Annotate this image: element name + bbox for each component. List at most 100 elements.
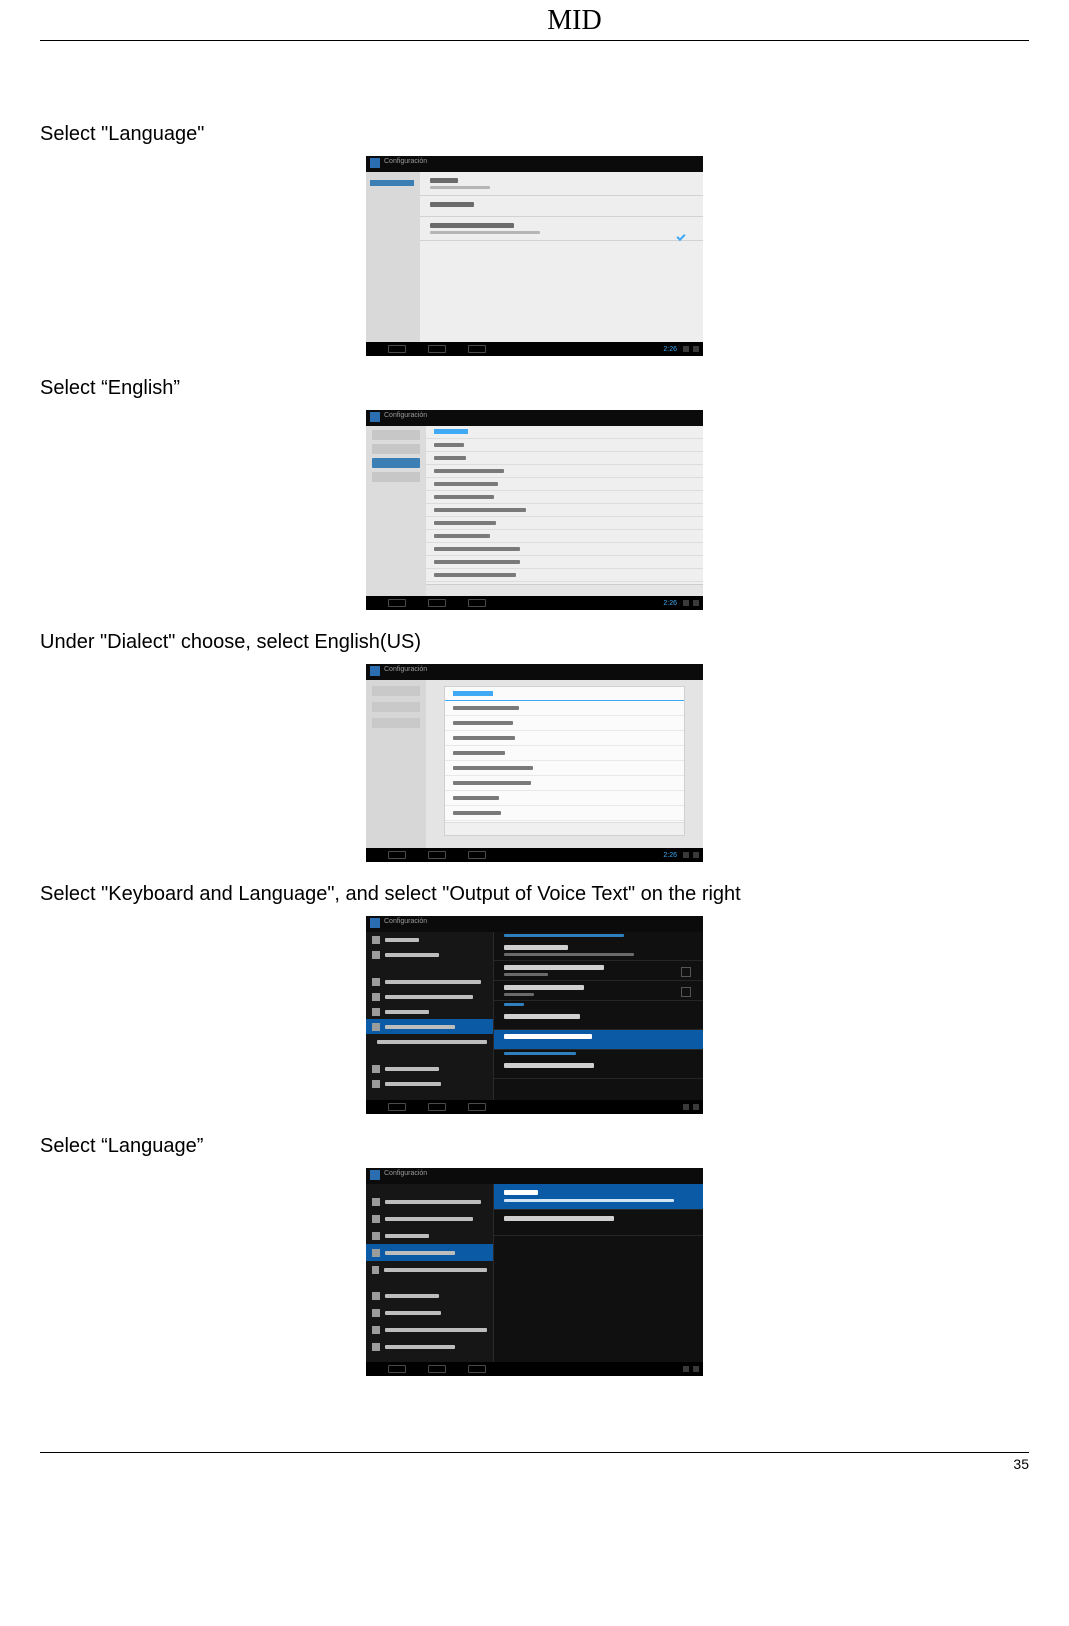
sidebar-item[interactable] xyxy=(366,1061,493,1076)
sidebar-item-icon xyxy=(372,1249,380,1257)
screenshot-navbar xyxy=(366,1100,703,1114)
option-label xyxy=(434,456,466,460)
screenshot-1: Configuración 2:26 xyxy=(366,156,703,356)
language-option[interactable] xyxy=(426,529,703,542)
home-nav-icon[interactable] xyxy=(428,599,446,607)
sidebar-item-icon xyxy=(372,1292,380,1300)
settings-row[interactable] xyxy=(494,981,703,1001)
battery-icon xyxy=(693,346,699,352)
screenshot-navbar: 2:26 xyxy=(366,342,703,356)
dialect-option[interactable] xyxy=(445,701,684,716)
language-option[interactable] xyxy=(426,464,703,477)
settings-slider-icon[interactable] xyxy=(681,987,691,997)
sidebar-item[interactable] xyxy=(366,1338,493,1355)
settings-row[interactable] xyxy=(420,172,703,196)
home-nav-icon[interactable] xyxy=(428,851,446,859)
screenshot-titlebar: Configuración xyxy=(366,664,703,680)
recent-nav-icon[interactable] xyxy=(468,1365,486,1373)
language-option[interactable] xyxy=(426,451,703,464)
dialect-option[interactable] xyxy=(445,746,684,761)
row-title xyxy=(504,985,584,990)
dialect-option[interactable] xyxy=(445,716,684,731)
language-option[interactable] xyxy=(426,477,703,490)
settings-row[interactable] xyxy=(494,1059,703,1079)
language-option[interactable] xyxy=(426,568,703,581)
sidebar-item[interactable] xyxy=(366,1287,493,1304)
dialect-option[interactable] xyxy=(445,806,684,821)
language-list xyxy=(426,426,703,596)
language-option[interactable] xyxy=(426,438,703,451)
sidebar-selected-indicator xyxy=(370,180,414,186)
settings-row[interactable] xyxy=(420,196,703,217)
sidebar-item[interactable] xyxy=(366,1321,493,1338)
sidebar-item[interactable] xyxy=(366,1304,493,1321)
screenshot-sidebar xyxy=(366,426,426,596)
settings-slider-icon[interactable] xyxy=(681,967,691,977)
sidebar-category xyxy=(372,1186,487,1193)
wifi-icon xyxy=(683,1366,689,1372)
sidebar-item[interactable] xyxy=(366,1019,493,1034)
sidebar-item[interactable] xyxy=(366,1193,493,1210)
recent-nav-icon[interactable] xyxy=(468,599,486,607)
sidebar-item[interactable] xyxy=(366,1210,493,1227)
sidebar-item[interactable] xyxy=(366,932,493,947)
dialect-option[interactable] xyxy=(445,761,684,776)
wifi-icon xyxy=(683,852,689,858)
sidebar-item[interactable] xyxy=(366,989,493,1004)
back-nav-icon[interactable] xyxy=(388,1103,406,1111)
recent-nav-icon[interactable] xyxy=(468,1103,486,1111)
back-nav-icon[interactable] xyxy=(388,345,406,353)
back-nav-icon[interactable] xyxy=(388,851,406,859)
row-title xyxy=(504,1014,580,1019)
settings-row[interactable] xyxy=(494,961,703,981)
dialect-option[interactable] xyxy=(445,731,684,746)
sidebar-item-label xyxy=(385,1200,481,1204)
sidebar-item[interactable] xyxy=(366,947,493,962)
settings-row[interactable] xyxy=(494,1030,703,1050)
home-nav-icon[interactable] xyxy=(428,1103,446,1111)
settings-row[interactable] xyxy=(494,941,703,961)
step-1-text: Select "Language" xyxy=(40,120,1029,148)
option-label xyxy=(434,469,504,473)
language-option[interactable] xyxy=(426,503,703,516)
sidebar-item-label xyxy=(385,1328,487,1332)
language-option[interactable] xyxy=(426,542,703,555)
settings-row[interactable] xyxy=(494,1210,703,1236)
recent-nav-icon[interactable] xyxy=(468,345,486,353)
sidebar-item[interactable] xyxy=(366,1004,493,1019)
status-clock: 2:26 xyxy=(663,852,677,859)
recent-nav-icon[interactable] xyxy=(468,851,486,859)
sidebar-item[interactable] xyxy=(366,1244,493,1261)
sidebar-item[interactable] xyxy=(366,1227,493,1244)
option-label xyxy=(453,721,513,725)
sidebar-item[interactable] xyxy=(366,974,493,989)
sidebar-item-icon xyxy=(372,1343,380,1351)
language-option[interactable] xyxy=(426,516,703,529)
screenshot-app-title: Configuración xyxy=(384,918,427,925)
dialect-option[interactable] xyxy=(445,791,684,806)
settings-row[interactable] xyxy=(494,1184,703,1210)
section-header xyxy=(494,1001,703,1010)
sidebar-item-label xyxy=(385,995,473,999)
option-label xyxy=(453,811,501,815)
home-nav-icon[interactable] xyxy=(428,345,446,353)
cancel-button[interactable] xyxy=(445,822,684,835)
screenshot-5: Configuración xyxy=(366,1168,703,1376)
sidebar-item-icon xyxy=(372,978,380,986)
sidebar-item[interactable] xyxy=(366,1261,493,1278)
language-option[interactable] xyxy=(426,555,703,568)
screenshot-titlebar: Configuración xyxy=(366,916,703,932)
dialect-option[interactable] xyxy=(445,776,684,791)
back-nav-icon[interactable] xyxy=(388,1365,406,1373)
language-option[interactable] xyxy=(426,490,703,503)
settings-row[interactable] xyxy=(494,1010,703,1030)
settings-row[interactable] xyxy=(420,217,703,241)
option-label xyxy=(434,443,464,447)
sidebar-item[interactable] xyxy=(366,1034,493,1049)
sidebar-item[interactable] xyxy=(366,1076,493,1091)
screenshot-sidebar xyxy=(366,172,420,342)
row-title xyxy=(504,1190,538,1195)
home-nav-icon[interactable] xyxy=(428,1365,446,1373)
back-nav-icon[interactable] xyxy=(388,599,406,607)
cancel-button[interactable] xyxy=(426,584,703,596)
